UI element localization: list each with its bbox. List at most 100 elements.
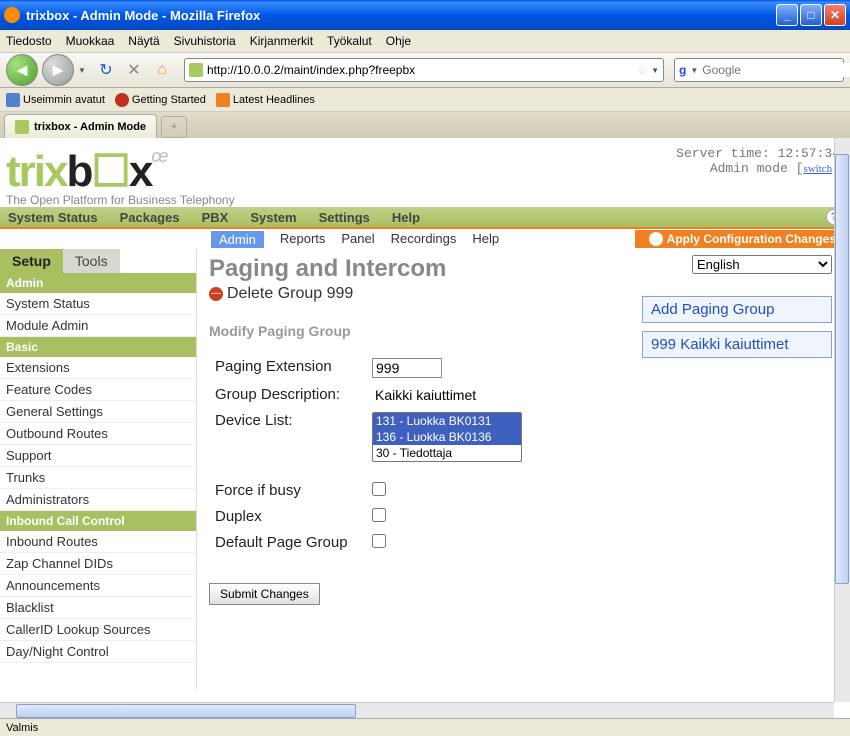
device-option[interactable]: 131 - Luokka BK0131: [373, 413, 521, 429]
url-bar[interactable]: ☆ ▼: [184, 58, 664, 82]
menu-help[interactable]: Help: [392, 210, 420, 225]
force-if-busy-checkbox[interactable]: [372, 482, 386, 496]
bookmark-most-visited[interactable]: Useimmin avatut: [6, 93, 105, 107]
menu-system-status[interactable]: System Status: [8, 210, 98, 225]
sidebar-tab-setup[interactable]: Setup: [0, 249, 63, 273]
apply-config-button[interactable]: Apply Configuration Changes: [635, 230, 850, 248]
search-box[interactable]: g ▼ 🔍: [674, 58, 844, 82]
menu-edit[interactable]: Muokkaa: [66, 34, 115, 48]
device-list-select[interactable]: 131 - Luokka BK0131 136 - Luokka BK0136 …: [372, 412, 522, 462]
status-text: Valmis: [6, 722, 38, 734]
horizontal-scrollbar[interactable]: [0, 702, 834, 718]
sidebar-head-inbound: Inbound Call Control: [0, 511, 196, 531]
tab-help[interactable]: Help: [472, 231, 499, 248]
paging-extension-input[interactable]: [372, 358, 442, 378]
maximize-button[interactable]: □: [800, 4, 822, 26]
sidebar-item-announcements[interactable]: Announcements: [0, 575, 196, 597]
sidebar-item-extensions[interactable]: Extensions: [0, 357, 196, 379]
menu-view[interactable]: Näytä: [128, 34, 159, 48]
slogan: The Open Platform for Business Telephony: [6, 193, 235, 207]
sidebar-item-support[interactable]: Support: [0, 445, 196, 467]
admin-mode-label: Admin mode: [710, 161, 788, 176]
menu-packages[interactable]: Packages: [120, 210, 180, 225]
sidebar-item-administrators[interactable]: Administrators: [0, 489, 196, 511]
scrollbar-thumb[interactable]: [16, 704, 356, 718]
server-time: Server time: 12:57:34: [676, 146, 840, 161]
window-title: trixbox - Admin Mode - Mozilla Firefox: [26, 8, 776, 23]
search-engine-dropdown-icon[interactable]: ▼: [690, 66, 698, 75]
menu-bookmarks[interactable]: Kirjanmerkit: [250, 34, 313, 48]
submit-changes-button[interactable]: Submit Changes: [209, 583, 320, 605]
menu-system[interactable]: System: [250, 210, 296, 225]
sidebar-item-general-settings[interactable]: General Settings: [0, 401, 196, 423]
menu-settings[interactable]: Settings: [319, 210, 370, 225]
window-titlebar: trixbox - Admin Mode - Mozilla Firefox _…: [0, 0, 850, 30]
page-content: trixb☐xce The Open Platform for Business…: [0, 138, 850, 718]
url-input[interactable]: [207, 63, 633, 77]
new-tab-button[interactable]: +: [161, 116, 187, 138]
forward-button[interactable]: ►: [42, 54, 74, 86]
tab-title: trixbox - Admin Mode: [34, 121, 146, 133]
device-option[interactable]: 30 - Tiedottaja: [373, 445, 521, 461]
reload-icon[interactable]: ↻: [96, 60, 116, 80]
sidebar-item-module-admin[interactable]: Module Admin: [0, 315, 196, 337]
default-page-group-label: Default Page Group: [211, 531, 366, 555]
rss-icon: [216, 93, 230, 107]
sidebar-item-blacklist[interactable]: Blacklist: [0, 597, 196, 619]
sidebar-item-callerid-lookup[interactable]: CallerID Lookup Sources: [0, 619, 196, 641]
menu-help[interactable]: Ohje: [386, 34, 411, 48]
duplex-checkbox[interactable]: [372, 508, 386, 522]
group-description-input[interactable]: [372, 386, 517, 404]
folder-icon: [6, 93, 20, 107]
menu-history[interactable]: Sivuhistoria: [174, 34, 236, 48]
sidebar-tab-tools[interactable]: Tools: [63, 249, 120, 273]
sidebar-item-system-status[interactable]: System Status: [0, 293, 196, 315]
favorite-star-icon[interactable]: ☆: [637, 64, 647, 77]
back-button[interactable]: ◄: [6, 54, 38, 86]
main-menu: System Status Packages PBX System Settin…: [0, 207, 850, 229]
menu-file[interactable]: Tiedosto: [6, 34, 52, 48]
bookmarks-bar: Useimmin avatut Getting Started Latest H…: [0, 88, 850, 112]
menu-pbx[interactable]: PBX: [202, 210, 229, 225]
paging-group-999-link[interactable]: 999 Kaikki kaiuttimet: [642, 331, 832, 358]
minimize-button[interactable]: _: [776, 4, 798, 26]
bookmark-getting-started[interactable]: Getting Started: [115, 93, 206, 107]
sidebar-head-admin: Admin: [0, 273, 196, 293]
sidebar-item-trunks[interactable]: Trunks: [0, 467, 196, 489]
sidebar-item-outbound-routes[interactable]: Outbound Routes: [0, 423, 196, 445]
main-panel: Paging and Intercom — Delete Group 999 E…: [197, 249, 850, 689]
tab-recordings[interactable]: Recordings: [391, 231, 457, 248]
sidebar-item-zap-channel-dids[interactable]: Zap Channel DIDs: [0, 553, 196, 575]
close-button[interactable]: ✕: [824, 4, 846, 26]
tab-reports[interactable]: Reports: [280, 231, 326, 248]
default-page-group-checkbox[interactable]: [372, 534, 386, 548]
stop-icon[interactable]: ✕: [124, 60, 144, 80]
google-icon: g: [679, 63, 686, 77]
menu-tools[interactable]: Työkalut: [327, 34, 372, 48]
duplex-label: Duplex: [211, 505, 366, 529]
bookmark-latest-headlines[interactable]: Latest Headlines: [216, 93, 315, 107]
vertical-scrollbar[interactable]: [834, 138, 850, 702]
sidebar-item-feature-codes[interactable]: Feature Codes: [0, 379, 196, 401]
home-icon[interactable]: ⌂: [152, 60, 172, 80]
force-if-busy-label: Force if busy: [211, 479, 366, 503]
status-bar: Valmis: [0, 718, 850, 736]
search-input[interactable]: [702, 63, 850, 77]
browser-tab[interactable]: trixbox - Admin Mode: [4, 114, 157, 138]
url-dropdown-icon[interactable]: ▼: [651, 66, 659, 75]
server-info: Server time: 12:57:34 Admin mode [switch…: [676, 146, 840, 207]
add-paging-group-link[interactable]: Add Paging Group: [642, 296, 832, 323]
tab-admin[interactable]: Admin: [211, 231, 264, 248]
tab-favicon-icon: [15, 120, 29, 134]
language-select[interactable]: English: [692, 255, 832, 274]
sidebar-item-day-night[interactable]: Day/Night Control: [0, 641, 196, 663]
switch-link[interactable]: switch: [803, 163, 832, 175]
sidebar-item-inbound-routes[interactable]: Inbound Routes: [0, 531, 196, 553]
tab-panel[interactable]: Panel: [341, 231, 374, 248]
scrollbar-thumb[interactable]: [835, 154, 849, 584]
device-option[interactable]: 136 - Luokka BK0136: [373, 429, 521, 445]
history-dropdown-icon[interactable]: ▼: [78, 66, 90, 75]
sidebar-head-basic: Basic: [0, 337, 196, 357]
browser-menubar: Tiedosto Muokkaa Näytä Sivuhistoria Kirj…: [0, 30, 850, 52]
trixbox-logo: trixb☐xce: [6, 146, 235, 197]
